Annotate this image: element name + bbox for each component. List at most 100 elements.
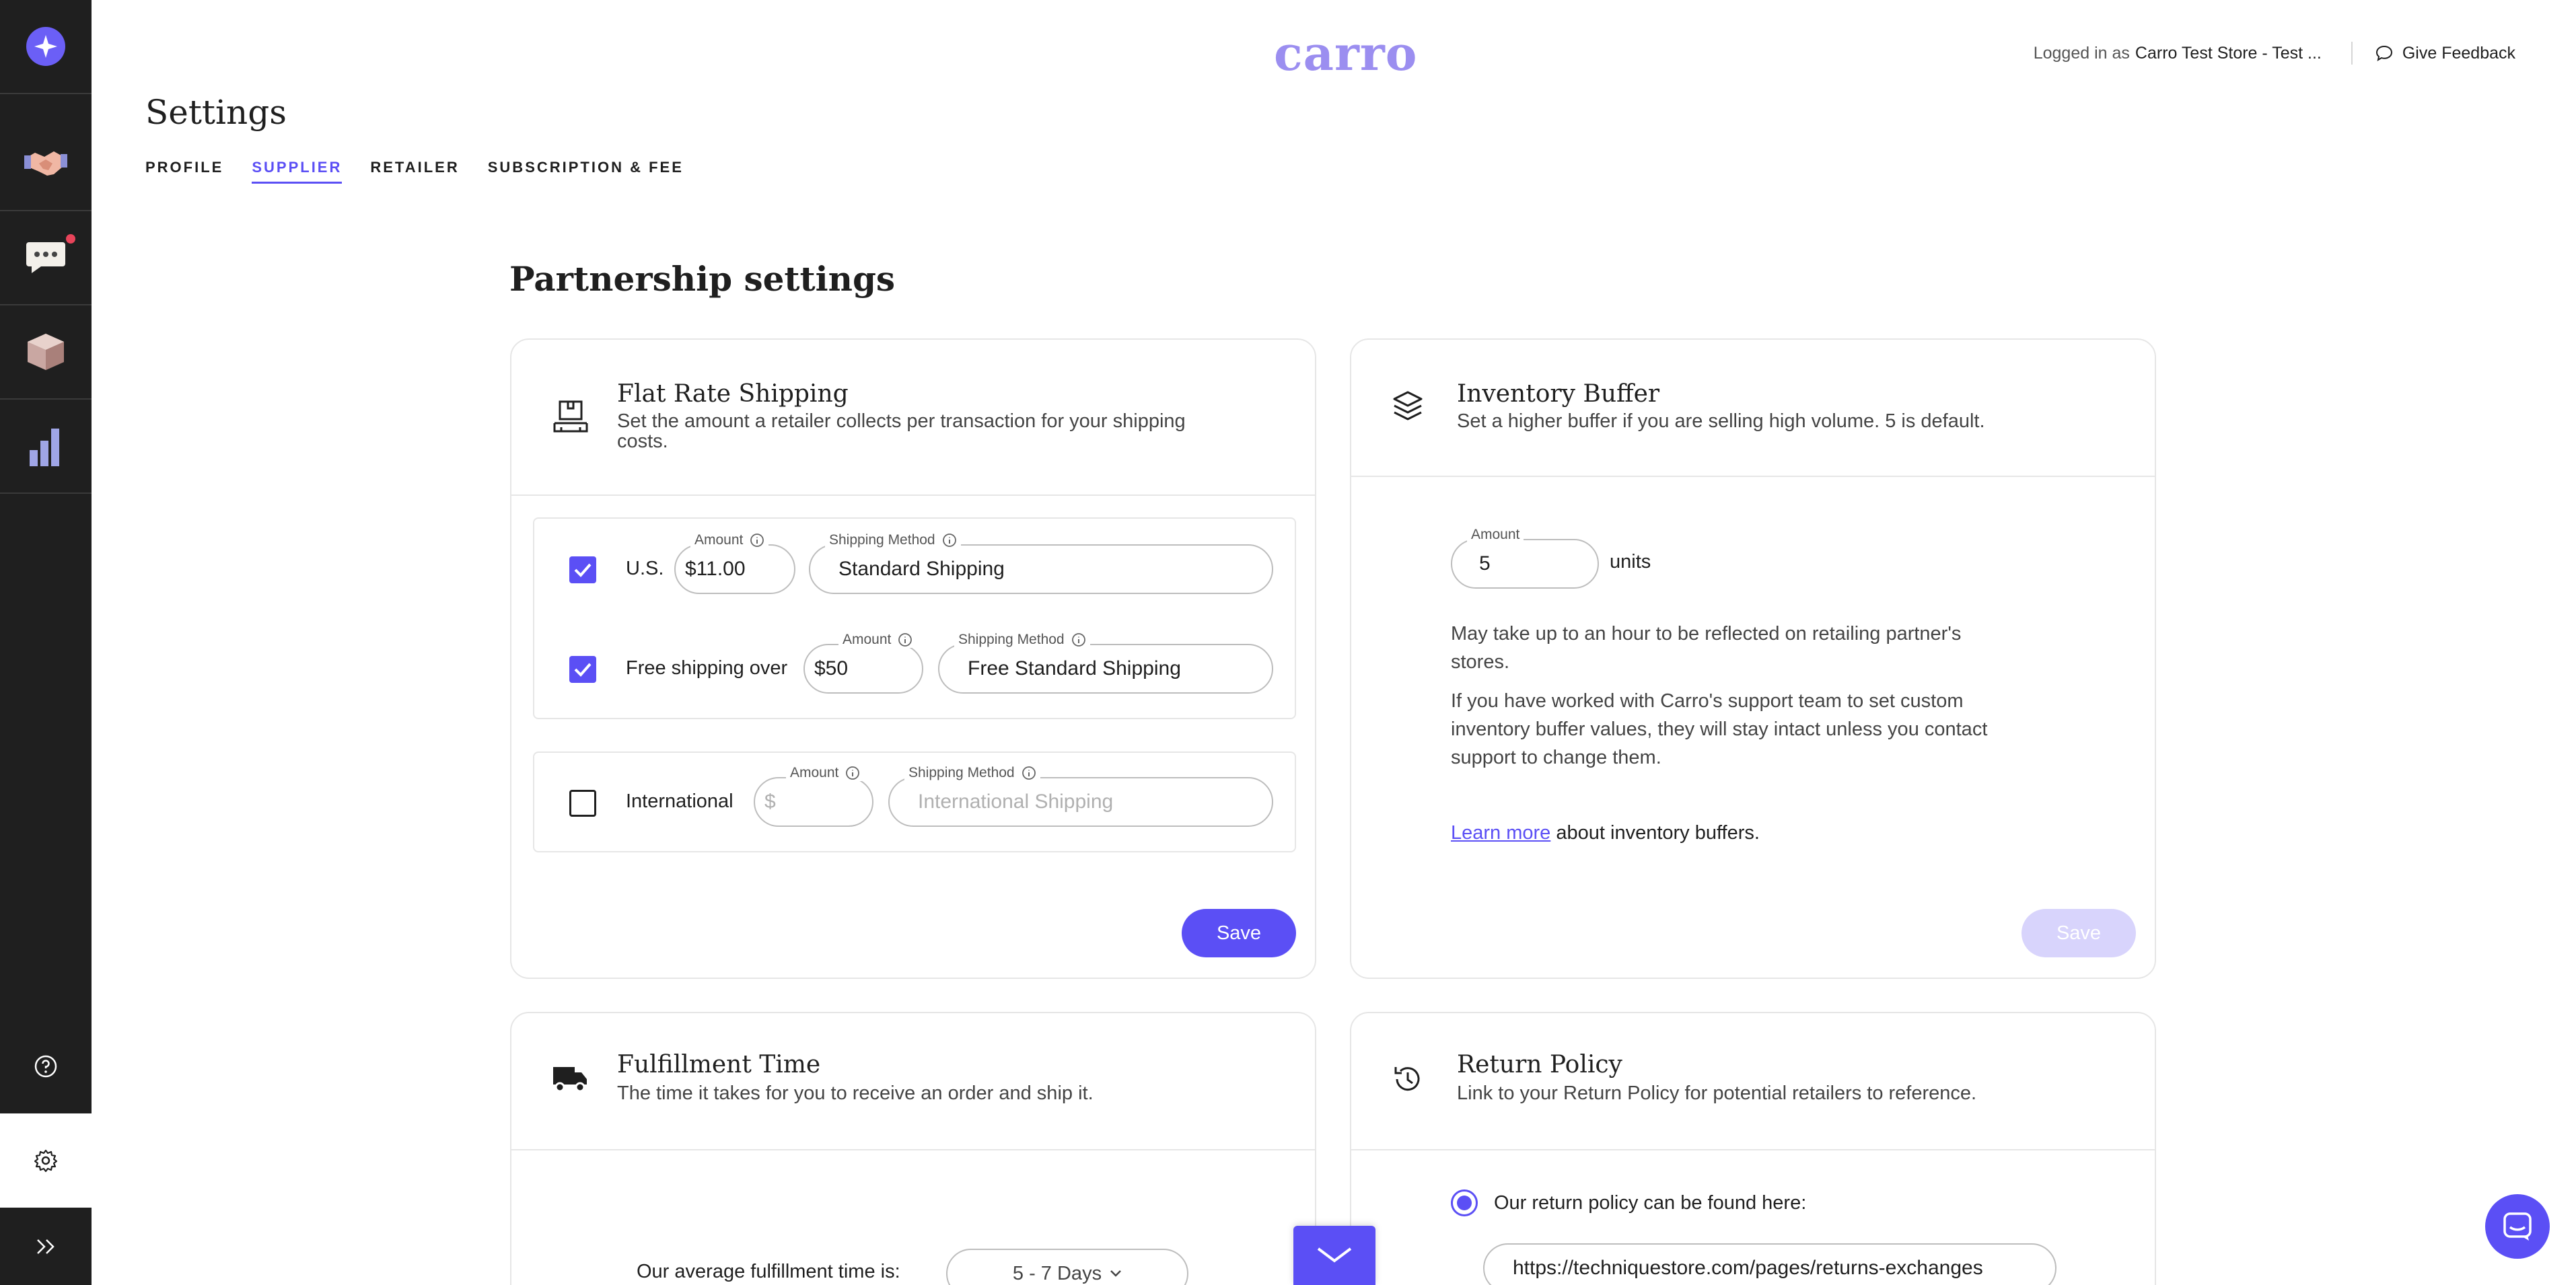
info-icon[interactable] bbox=[942, 533, 957, 548]
note-line: stores. bbox=[1451, 651, 1510, 673]
free-method-label-text: Shipping Method bbox=[958, 632, 1065, 647]
card-description: Set the amount a retailer collects per t… bbox=[617, 411, 1186, 452]
store-name[interactable]: Carro Test Store - Test ... bbox=[2135, 44, 2322, 63]
learn-more-line: Learn more about inventory buffers. bbox=[1451, 819, 1760, 847]
return-policy-radio[interactable] bbox=[1451, 1189, 1478, 1216]
inventory-amount-input[interactable]: 5 bbox=[1451, 539, 1599, 589]
main-panel: carro Logged in as Carro Test Store - Te… bbox=[92, 0, 2576, 1285]
us-label: U.S. bbox=[626, 558, 664, 579]
card-description-line: costs. bbox=[617, 431, 668, 453]
card-title: Return Policy bbox=[1457, 1051, 1622, 1078]
give-feedback-link[interactable]: Give Feedback bbox=[2375, 44, 2515, 63]
inventory-amount-label: Amount bbox=[1467, 527, 1524, 543]
card-description: Set a higher buffer if you are selling h… bbox=[1457, 410, 1985, 432]
return-policy-card: Return Policy Link to your Return Policy… bbox=[1350, 1012, 2156, 1285]
logged-in-prefix: Logged in as bbox=[2033, 43, 2130, 63]
free-amount-label-text: Amount bbox=[843, 632, 892, 647]
sidebar-item-products[interactable] bbox=[0, 305, 92, 400]
sidebar-item-home[interactable] bbox=[0, 0, 92, 94]
free-shipping-amount-input[interactable]: $50 bbox=[803, 644, 923, 694]
free-shipping-method-input[interactable]: Free Standard Shipping bbox=[938, 644, 1273, 694]
page-title: Settings bbox=[145, 93, 287, 132]
sparkle-icon bbox=[26, 27, 65, 66]
international-label: International bbox=[626, 791, 734, 812]
speech-bubble-icon bbox=[2375, 45, 2392, 61]
info-icon[interactable] bbox=[1022, 766, 1036, 780]
bar-chart-icon bbox=[30, 429, 59, 466]
sidebar-item-messages[interactable] bbox=[0, 211, 92, 305]
info-icon[interactable] bbox=[750, 533, 764, 548]
inventory-buffer-card: Inventory Buffer Set a higher buffer if … bbox=[1350, 338, 2156, 979]
sidebar bbox=[0, 0, 92, 1285]
info-icon[interactable] bbox=[1071, 632, 1086, 647]
card-description-line: Set the amount a retailer collects per t… bbox=[617, 410, 1186, 432]
tab-subscription-fee[interactable]: SUBSCRIPTION & FEE bbox=[488, 159, 684, 184]
learn-more-rest: about inventory buffers. bbox=[1556, 822, 1760, 844]
sidebar-expand-button[interactable] bbox=[0, 1208, 92, 1285]
card-title: Fulfillment Time bbox=[617, 1051, 821, 1078]
us-amount-label: Amount bbox=[690, 532, 769, 548]
support-chat-button[interactable] bbox=[2485, 1194, 2550, 1259]
sidebar-item-partnerships[interactable] bbox=[0, 117, 92, 211]
international-amount-input[interactable]: $ bbox=[754, 777, 873, 827]
chevron-down-icon bbox=[1110, 1270, 1121, 1277]
sidebar-item-analytics[interactable] bbox=[0, 400, 92, 494]
sidebar-item-help[interactable] bbox=[0, 1019, 92, 1113]
us-amount-label-text: Amount bbox=[694, 532, 744, 548]
return-policy-option-label: Our return policy can be found here: bbox=[1494, 1192, 1807, 1214]
radio-dot bbox=[1457, 1196, 1472, 1210]
checkmark-icon bbox=[574, 663, 592, 677]
layers-icon bbox=[1393, 391, 1423, 420]
inventory-save-button[interactable]: Save bbox=[2022, 909, 2136, 957]
fulfillment-time-card: Fulfillment Time The time it takes for y… bbox=[510, 1012, 1316, 1285]
sidebar-item-settings[interactable] bbox=[0, 1113, 92, 1208]
international-checkbox[interactable] bbox=[569, 790, 596, 817]
card-description: Link to your Return Policy for potential… bbox=[1457, 1082, 1977, 1104]
international-shipping-method-input[interactable]: International Shipping bbox=[888, 777, 1273, 827]
tab-profile[interactable]: PROFILE bbox=[145, 159, 223, 184]
us-shipping-method-input[interactable]: Standard Shipping bbox=[809, 544, 1273, 594]
give-feedback-label: Give Feedback bbox=[2402, 43, 2515, 63]
flat-rate-save-button[interactable]: Save bbox=[1182, 909, 1296, 957]
card-header: Fulfillment Time The time it takes for y… bbox=[511, 1013, 1315, 1150]
card-title: Inventory Buffer bbox=[1457, 380, 1660, 408]
note-line: If you have worked with Carro's support … bbox=[1451, 690, 1964, 712]
us-method-label: Shipping Method bbox=[825, 532, 961, 548]
truck-icon bbox=[553, 1067, 587, 1093]
double-chevron-right-icon bbox=[37, 1239, 55, 1254]
fulfillment-time-label: Our average fulfillment time is: bbox=[637, 1261, 900, 1282]
section-title: Partnership settings bbox=[509, 259, 896, 299]
free-shipping-label: Free shipping over bbox=[626, 657, 788, 679]
flat-rate-shipping-card: Flat Rate Shipping Set the amount a reta… bbox=[510, 338, 1316, 979]
international-shipping-box: International $ Amount International Shi… bbox=[533, 751, 1296, 852]
header-divider bbox=[2351, 42, 2353, 65]
shipping-box-icon bbox=[553, 400, 588, 433]
intl-method-label: Shipping Method bbox=[904, 765, 1040, 781]
domestic-shipping-box: U.S. $11.00 Amount Standard Shipping Shi… bbox=[533, 517, 1296, 719]
chat-widget-icon bbox=[2503, 1212, 2532, 1241]
tab-supplier[interactable]: SUPPLIER bbox=[252, 159, 343, 184]
note-line: inventory buffer values, they will stay … bbox=[1451, 719, 1988, 740]
collapse-panel-tab[interactable] bbox=[1293, 1226, 1375, 1285]
intl-amount-label-text: Amount bbox=[790, 765, 839, 780]
card-description: The time it takes for you to receive an … bbox=[617, 1082, 1094, 1104]
top-right-header: Logged in as Carro Test Store - Test ...… bbox=[2034, 42, 2515, 65]
free-shipping-checkbox[interactable] bbox=[569, 656, 596, 683]
fulfillment-time-value: 5 - 7 Days bbox=[1012, 1262, 1102, 1284]
tab-retailer[interactable]: RETAILER bbox=[370, 159, 459, 184]
fulfillment-time-select[interactable]: 5 - 7 Days bbox=[946, 1249, 1188, 1285]
card-header: Inventory Buffer Set a higher buffer if … bbox=[1351, 340, 2155, 477]
chevron-down-icon bbox=[1317, 1247, 1352, 1263]
us-checkbox[interactable] bbox=[569, 556, 596, 583]
settings-tabs: PROFILE SUPPLIER RETAILER SUBSCRIPTION &… bbox=[145, 159, 712, 184]
info-icon[interactable] bbox=[898, 632, 913, 647]
learn-more-link[interactable]: Learn more bbox=[1451, 822, 1550, 844]
card-header: Flat Rate Shipping Set the amount a reta… bbox=[511, 340, 1315, 496]
checkmark-icon bbox=[574, 563, 592, 577]
info-icon[interactable] bbox=[845, 766, 860, 780]
free-method-label: Shipping Method bbox=[954, 632, 1090, 648]
us-amount-input[interactable]: $11.00 bbox=[674, 544, 795, 594]
card-header: Return Policy Link to your Return Policy… bbox=[1351, 1013, 2155, 1150]
inventory-note-2: If you have worked with Carro's support … bbox=[1451, 687, 1987, 772]
return-policy-url-input[interactable]: https://techniquestore.com/pages/returns… bbox=[1483, 1243, 2056, 1285]
